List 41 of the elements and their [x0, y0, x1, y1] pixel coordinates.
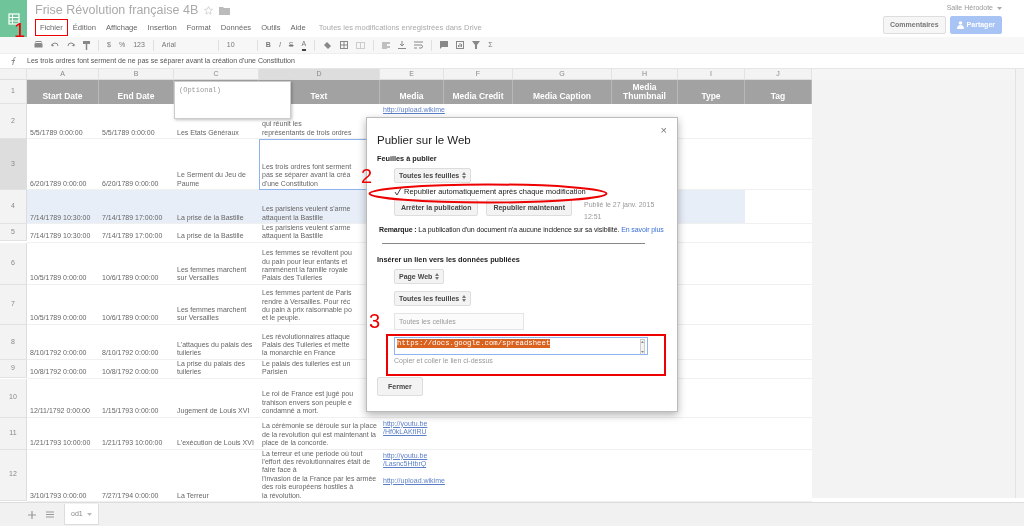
checkbox[interactable]: [394, 188, 402, 196]
scrollbar[interactable]: [1015, 69, 1024, 498]
print-icon[interactable]: [34, 41, 43, 49]
merge-cells-icon[interactable]: [356, 41, 366, 49]
header-cell: End Date: [99, 80, 174, 104]
folder-icon[interactable]: [219, 5, 231, 15]
sheet-list-icon[interactable]: [46, 511, 54, 518]
function-icon: [9, 56, 18, 65]
header-cell: Media: [380, 80, 444, 104]
updown-icon: [462, 295, 467, 302]
paint-bucket-icon[interactable]: [323, 40, 333, 50]
add-sheet-icon[interactable]: [28, 510, 36, 519]
header-cell: Tag: [745, 80, 812, 104]
paint-roller-icon[interactable]: [83, 40, 90, 50]
undo-icon[interactable]: [51, 42, 59, 48]
header-cell: Start Date: [27, 80, 99, 104]
header-cell: Media Thumbnail: [612, 80, 678, 104]
person-icon: [956, 20, 964, 29]
filter-icon[interactable]: [472, 41, 481, 49]
star-icon[interactable]: [204, 5, 214, 15]
chart-icon[interactable]: [456, 41, 465, 49]
redo-icon[interactable]: [67, 42, 75, 48]
header-cell: Media Caption: [513, 80, 612, 104]
borders-icon[interactable]: [340, 41, 349, 49]
caret-icon: [997, 6, 1002, 10]
grid-icon: [7, 12, 20, 25]
align-left-icon[interactable]: [382, 41, 391, 49]
annotation-number: 2: [361, 166, 373, 186]
header-cell: Media Credit: [444, 80, 513, 104]
vertical-align-icon[interactable]: [398, 41, 407, 49]
annotation-number: 1: [14, 20, 26, 40]
document-title[interactable]: Frise Révolution française 4B: [35, 2, 199, 18]
text-wrap-icon[interactable]: [414, 41, 424, 49]
scroll-arrows-icon: [640, 339, 645, 354]
close-button[interactable]: ×: [660, 124, 667, 136]
app-logo[interactable]: [0, 0, 27, 37]
updown-icon: [435, 273, 440, 280]
comment-icon[interactable]: [440, 41, 449, 49]
updown-icon: [462, 172, 467, 179]
header-cell: Type: [678, 80, 745, 104]
caret-icon: [86, 512, 92, 516]
